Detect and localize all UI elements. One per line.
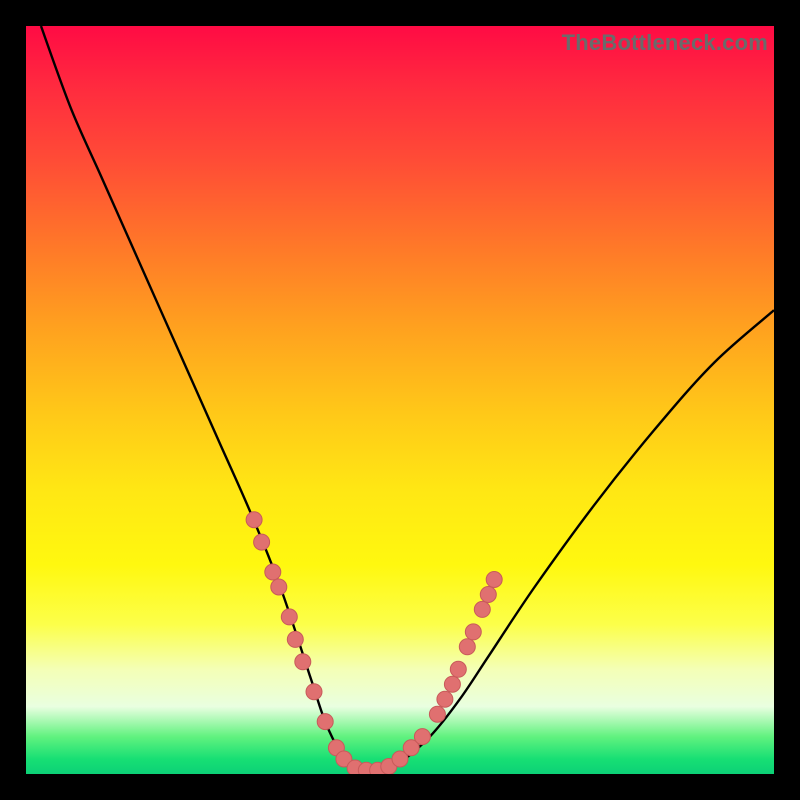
data-point [254,534,270,550]
data-point [444,676,460,692]
data-point [480,587,496,603]
data-point [450,661,466,677]
data-point [295,654,311,670]
chart-frame: TheBottleneck.com [0,0,800,800]
data-point [474,601,490,617]
data-point [271,579,287,595]
plot-area: TheBottleneck.com [26,26,774,774]
data-point [281,609,297,625]
dots-group [246,512,502,774]
data-point [306,684,322,700]
curve-svg [26,26,774,774]
data-point [414,729,430,745]
data-point [265,564,281,580]
data-point [317,714,333,730]
data-point [459,639,475,655]
data-point [437,691,453,707]
data-point [429,706,445,722]
data-point [486,572,502,588]
data-point [287,631,303,647]
bottleneck-curve [41,26,774,771]
data-point [465,624,481,640]
data-point [246,512,262,528]
